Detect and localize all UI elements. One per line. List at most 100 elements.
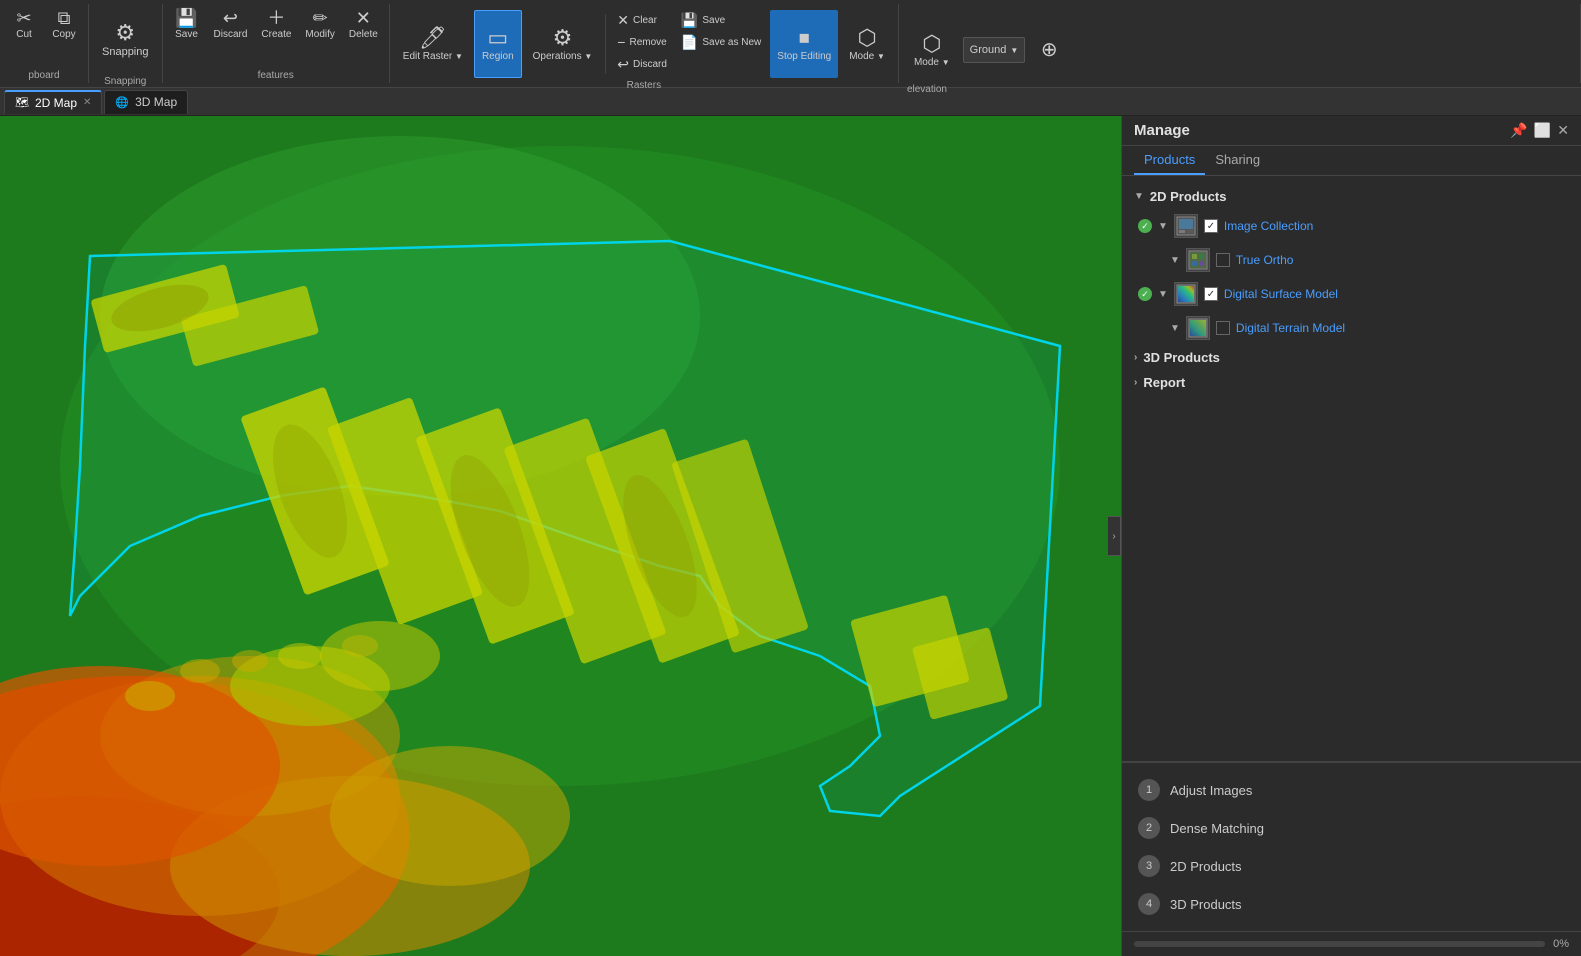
clipboard-group: ✂ Cut ⧉ Copy pboard (0, 4, 89, 83)
dtm-row[interactable]: ▼ Digital Terrain Model (1122, 311, 1581, 345)
true-ortho-check[interactable] (1216, 253, 1230, 267)
image-collection-check[interactable]: ✓ (1204, 219, 1218, 233)
discard-icon: ↩ (223, 9, 238, 27)
features-label: features (258, 68, 294, 81)
section-chevron-report: › (1134, 377, 1137, 388)
save-as-new-button[interactable]: 📄 Save as New (676, 32, 766, 52)
snapping-button[interactable]: ⚙ Snapping (95, 6, 156, 74)
section-3d-products[interactable]: › 3D Products (1122, 345, 1581, 370)
snapping-group: ⚙ Snapping Snapping (89, 4, 163, 83)
progress-label: 0% (1553, 938, 1569, 950)
create-icon: ＋ (267, 9, 285, 27)
rasters-label: Rasters (627, 78, 661, 91)
copy-icon: ⧉ (58, 9, 71, 27)
nav-icon-button[interactable]: ⊕ (1031, 37, 1067, 63)
2d-map-tab-close[interactable]: ✕ (83, 97, 91, 108)
progress-bar-track (1134, 941, 1545, 947)
section-chevron-3d: › (1134, 352, 1137, 363)
tab-2d-map[interactable]: 🗺 2D Map ✕ (4, 90, 102, 114)
divider (605, 14, 606, 74)
dsm-icon (1174, 282, 1198, 306)
edit-raster-button[interactable]: 🖊 Edit Raster ▼ (396, 10, 470, 78)
ground-dropdown[interactable]: Ground ▼ (963, 37, 1026, 63)
dsm-expand[interactable]: ▼ (1158, 289, 1168, 300)
edit-raster-icon: 🖊 (419, 27, 447, 49)
step-4-label: 3D Products (1170, 897, 1242, 912)
dsm-status: ✓ (1138, 287, 1152, 301)
remove-button[interactable]: − Remove (612, 32, 672, 52)
panel-maximize-button[interactable]: ⬜ (1534, 122, 1551, 139)
delete-button[interactable]: ✕ Delete (344, 6, 383, 43)
map-area[interactable]: › (0, 116, 1121, 956)
dsm-row[interactable]: ✓ ▼ ✓ Digital Surface Model (1122, 277, 1581, 311)
panel-pin-button[interactable]: 📌 (1510, 122, 1527, 139)
copy-button[interactable]: ⧉ Copy (46, 6, 82, 43)
modify-icon: ✏ (313, 9, 328, 27)
steps-section: 1 Adjust Images 2 Dense Matching 3 2D Pr… (1122, 762, 1581, 931)
step-2-number: 2 (1138, 817, 1160, 839)
step-4[interactable]: 4 3D Products (1122, 885, 1581, 923)
dsm-label[interactable]: Digital Surface Model (1224, 287, 1338, 301)
save-icon: 💾 (175, 9, 197, 27)
stop-editing-icon: ⏹ (799, 27, 810, 49)
cut-icon: ✂ (16, 9, 31, 27)
operations-icon: ⚙ (553, 27, 573, 49)
clear-icon: ✕ (617, 13, 629, 27)
raster-discard-icon: ↩ (617, 57, 629, 71)
create-button[interactable]: ＋ Create (256, 6, 296, 43)
snapping-icon: ⚙ (115, 22, 135, 44)
clipboard-buttons: ✂ Cut ⧉ Copy (6, 6, 82, 43)
true-ortho-icon (1186, 248, 1210, 272)
step-1-label: Adjust Images (1170, 783, 1252, 798)
raster-save-icon: 💾 (681, 13, 698, 27)
region-button[interactable]: ▭ Region (474, 10, 522, 78)
snapping-label: Snapping (104, 74, 146, 87)
features-group: 💾 Save ↩ Discard ＋ Create ✏ Modify ✕ Del… (163, 4, 390, 83)
products-content: ▼ 2D Products ✓ ▼ ✓ Image Collection ▼ (1122, 176, 1581, 761)
progress-area: 0% (1122, 931, 1581, 956)
dtm-check[interactable] (1216, 321, 1230, 335)
ground-dropdown-arrow: ▼ (1010, 46, 1018, 55)
dtm-icon (1186, 316, 1210, 340)
raster-save-button[interactable]: 💾 Save (676, 10, 766, 30)
dtm-label[interactable]: Digital Terrain Model (1236, 321, 1345, 335)
image-collection-status: ✓ (1138, 219, 1152, 233)
operations-button[interactable]: ⚙ Operations ▼ (526, 10, 600, 78)
dtm-expand[interactable]: ▼ (1170, 323, 1180, 334)
section-report[interactable]: › Report (1122, 370, 1581, 395)
mode-button[interactable]: ⬡ Mode ▼ (842, 10, 892, 78)
stop-editing-button[interactable]: ⏹ Stop Editing (770, 10, 838, 78)
section-chevron-2d: ▼ (1134, 191, 1144, 202)
tab-products[interactable]: Products (1134, 146, 1205, 175)
clear-button[interactable]: ✕ Clear (612, 10, 672, 30)
image-collection-label[interactable]: Image Collection (1224, 219, 1313, 233)
step-2[interactable]: 2 Dense Matching (1122, 809, 1581, 847)
discard-button[interactable]: ↩ Discard (209, 6, 253, 43)
region-icon: ▭ (487, 27, 508, 49)
panel-title: Manage (1134, 122, 1190, 139)
panel-tabs: Products Sharing (1122, 146, 1581, 176)
true-ortho-row[interactable]: ▼ True Ortho (1122, 243, 1581, 277)
step-3-number: 3 (1138, 855, 1160, 877)
section-2d-products[interactable]: ▼ 2D Products (1122, 184, 1581, 209)
elevation-group: ⬡ Mode ▼ Ground ▼ ⊕ elevation (899, 4, 1581, 83)
cut-button[interactable]: ✂ Cut (6, 6, 42, 43)
true-ortho-label[interactable]: True Ortho (1236, 253, 1294, 267)
true-ortho-expand[interactable]: ▼ (1170, 255, 1180, 266)
map-collapse-button[interactable]: › (1107, 516, 1121, 556)
save-button[interactable]: 💾 Save (169, 6, 205, 43)
step-3[interactable]: 3 2D Products (1122, 847, 1581, 885)
image-collection-row[interactable]: ✓ ▼ ✓ Image Collection (1122, 209, 1581, 243)
mode-elevation-button[interactable]: ⬡ Mode ▼ (907, 16, 957, 84)
tab-3d-map[interactable]: 🌐 3D Map (104, 90, 188, 114)
step-1[interactable]: 1 Adjust Images (1122, 771, 1581, 809)
dsm-check[interactable]: ✓ (1204, 287, 1218, 301)
image-collection-expand[interactable]: ▼ (1158, 221, 1168, 232)
panel-close-button[interactable]: ✕ (1557, 122, 1569, 139)
raster-discard-button[interactable]: ↩ Discard (612, 54, 672, 74)
elevation-label: elevation (907, 84, 947, 95)
clipboard-label: pboard (28, 68, 59, 81)
modify-button[interactable]: ✏ Modify (300, 6, 339, 43)
step-3-label: 2D Products (1170, 859, 1242, 874)
tab-sharing[interactable]: Sharing (1205, 146, 1270, 175)
